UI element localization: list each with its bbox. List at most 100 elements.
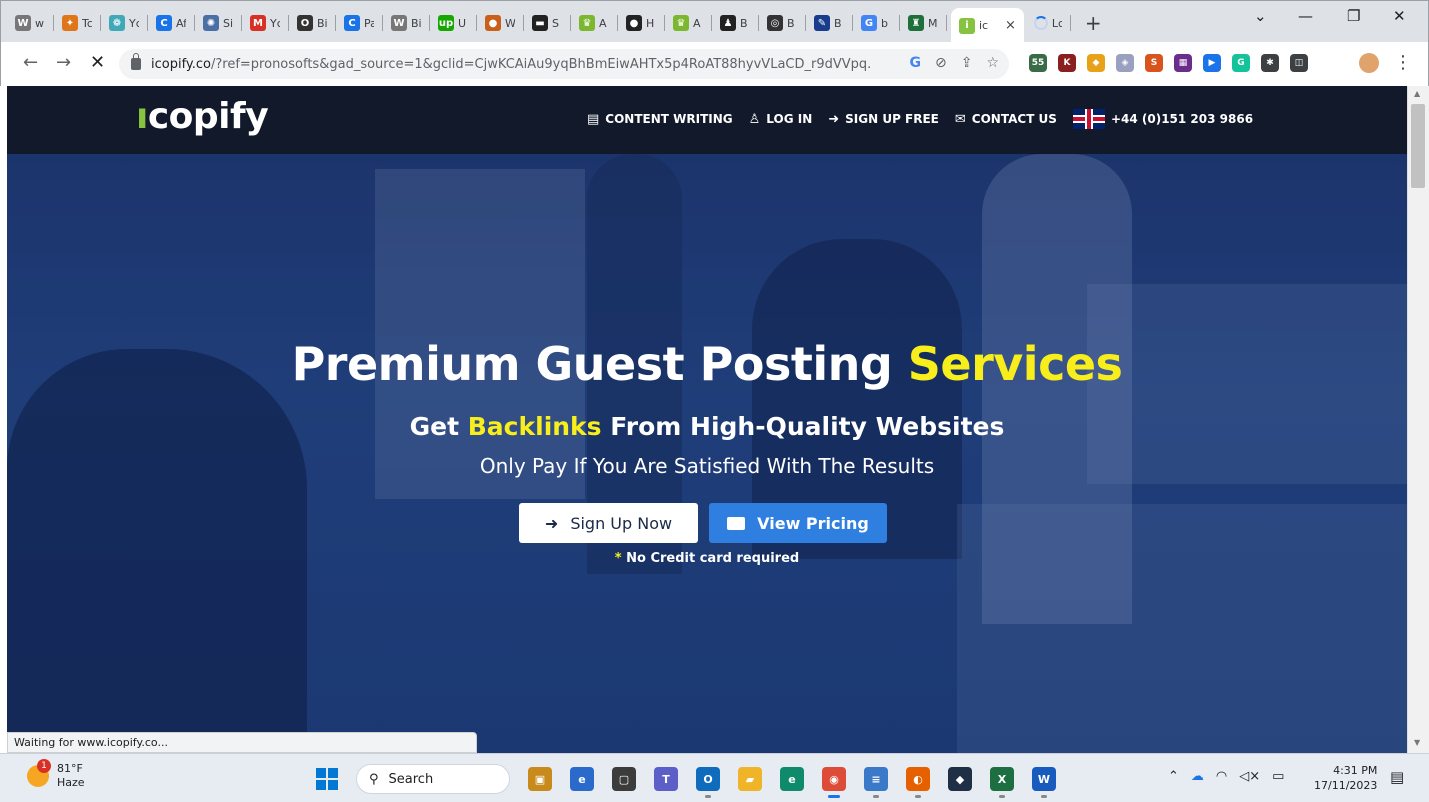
close-tab-icon[interactable]: × <box>1005 18 1016 33</box>
restore-button[interactable]: ❐ <box>1347 7 1360 25</box>
colorful-ext-icon[interactable]: ◆ <box>1087 54 1105 72</box>
browser-tab[interactable]: up U <box>434 8 472 38</box>
teams-icon[interactable]: T <box>654 767 678 791</box>
tab-separator <box>476 15 477 31</box>
new-tab-button[interactable]: + <box>1085 11 1102 35</box>
forward-arrow-icon[interactable]: → <box>56 52 71 73</box>
scroll-down-arrow-icon[interactable]: ▼ <box>1414 738 1420 747</box>
browser-tab[interactable]: C Pa <box>340 8 378 38</box>
google-translate-icon[interactable]: G <box>909 55 921 71</box>
windows-start-icon[interactable] <box>316 768 338 790</box>
note-asterisk: * <box>614 551 622 566</box>
lock-icon[interactable] <box>131 53 141 70</box>
taskbar-clock[interactable]: 4:31 PM 17/11/2023 <box>1314 763 1377 793</box>
word-icon[interactable]: W <box>1032 767 1056 798</box>
scroll-up-arrow-icon[interactable]: ▲ <box>1414 89 1420 98</box>
sidepanel-ext-icon[interactable]: ◫ <box>1290 54 1308 72</box>
tab-title: B <box>740 16 748 30</box>
browser-tab[interactable]: ✎ B <box>810 8 848 38</box>
browser-tab[interactable]: ● H <box>622 8 660 38</box>
chrome-c-icon: C <box>344 15 360 31</box>
clock-time: 4:31 PM <box>1333 764 1378 777</box>
firefox-icon[interactable]: ◐ <box>906 767 930 798</box>
eye-off-icon[interactable]: ⊘ <box>935 55 947 71</box>
battery-icon[interactable]: ▭ <box>1272 769 1284 784</box>
nav-contact-us[interactable]: ✉ CONTACT US <box>955 112 1057 127</box>
share-icon[interactable]: ⇪ <box>961 55 973 71</box>
blue-app-icon[interactable]: ≡ <box>864 767 888 798</box>
browser-tab[interactable]: ✦ Tc <box>58 8 96 38</box>
browser-tab[interactable]: ♟ B <box>716 8 754 38</box>
address-bar[interactable]: icopify.co/?ref=pronosofts&gad_source=1&… <box>119 49 1009 79</box>
notification-center-icon[interactable]: ▤ <box>1390 768 1404 786</box>
back-arrow-icon[interactable]: ← <box>23 52 38 73</box>
icopify-logo[interactable]: ıcopify <box>136 96 269 137</box>
chrome-menu-icon[interactable]: ⋮ <box>1394 52 1412 73</box>
browser-tab[interactable]: ♜ M <box>904 8 942 38</box>
view-pricing-button[interactable]: View Pricing <box>709 503 887 543</box>
browser-tab[interactable]: ▬ S <box>528 8 566 38</box>
taskbar-search[interactable]: ⚲ Search <box>356 764 510 794</box>
browser-tab[interactable]: M Yc <box>246 8 284 38</box>
browser-tab[interactable]: Wwi <box>11 8 49 38</box>
browser-toolbar: ← → ✕ icopify.co/?ref=pronosofts&gad_sou… <box>0 42 1429 86</box>
grid-ext-icon[interactable]: ▦ <box>1174 54 1192 72</box>
tab-title: Pa <box>364 16 374 30</box>
browser-tab[interactable]: ♛ A <box>575 8 613 38</box>
task-view-icon[interactable]: ▢ <box>612 767 636 791</box>
stop-loading-icon[interactable]: ✕ <box>90 52 105 73</box>
play-ext-icon[interactable]: ▶ <box>1203 54 1221 72</box>
puzzle-ext-icon[interactable]: ✱ <box>1261 54 1279 72</box>
sign-up-now-button[interactable]: ➜ Sign Up Now <box>519 503 698 543</box>
browser-tab[interactable]: ✺ Si <box>199 8 237 38</box>
grammarly-ext-icon[interactable]: G <box>1232 54 1250 72</box>
contact-icon: ✉ <box>954 111 966 127</box>
close-window-button[interactable]: ✕ <box>1393 7 1406 25</box>
browser-tab[interactable]: Gb <box>857 8 895 38</box>
onedrive-icon[interactable]: ☁ <box>1191 769 1204 784</box>
bookmark-star-icon[interactable]: ☆ <box>986 55 999 71</box>
tab-separator <box>570 15 571 31</box>
s-ext-icon[interactable]: S <box>1145 54 1163 72</box>
shield-ext-icon[interactable]: ◈ <box>1116 54 1134 72</box>
browser-tab[interactable]: C Af <box>152 8 190 38</box>
browser-tab[interactable]: O Bi <box>293 8 331 38</box>
loading-tab[interactable]: Lc <box>1030 8 1066 38</box>
briefcase-app-icon[interactable]: ▣ <box>528 767 552 791</box>
scrollbar-thumb[interactable] <box>1411 104 1425 188</box>
seo-ext-icon[interactable]: 55 <box>1029 54 1047 72</box>
nav-log-in[interactable]: ♙ LOG IN <box>749 112 813 127</box>
browser-tab[interactable]: ● W <box>481 8 519 38</box>
hero-tagline: Only Pay If You Are Satisfied With The R… <box>479 454 935 478</box>
wifi-icon[interactable]: ◠ <box>1216 769 1227 784</box>
browser-tab[interactable]: ❁ Yc <box>105 8 143 38</box>
active-tab[interactable]: i ic × <box>951 8 1024 43</box>
browser-tab[interactable]: W Bi <box>387 8 425 38</box>
excel-icon[interactable]: X <box>990 767 1014 798</box>
tab-title: wi <box>35 16 45 30</box>
nav-sign-up-free[interactable]: ➜ SIGN UP FREE <box>828 112 939 127</box>
browser-tab[interactable]: ♛ A <box>669 8 707 38</box>
page-scrollbar[interactable]: ▲ ▼ <box>1407 86 1429 753</box>
target-icon: ◎ <box>767 15 783 31</box>
chevron-up-icon[interactable]: ⌃ <box>1168 769 1179 784</box>
nav-content-writing[interactable]: ▤ CONTENT WRITING <box>587 112 733 127</box>
tab-search-chevron-icon[interactable]: ⌄ <box>1254 7 1267 25</box>
weather-widget[interactable]: 1 81°F Haze <box>27 759 85 790</box>
phone-contact[interactable]: +44 (0)151 203 9866 <box>1072 109 1253 129</box>
file-explorer-icon[interactable]: ▰ <box>738 767 762 791</box>
edge-icon[interactable]: e <box>780 767 804 791</box>
url-text[interactable]: icopify.co/?ref=pronosofts&gad_source=1&… <box>151 57 871 72</box>
edge-preview-icon[interactable]: e <box>570 767 594 791</box>
chrome-icon[interactable]: ◉ <box>822 767 846 798</box>
k-ext-icon[interactable]: K <box>1058 54 1076 72</box>
outlook-icon[interactable]: O <box>696 767 720 798</box>
browser-tab[interactable]: ◎ B <box>763 8 801 38</box>
dark-app-icon[interactable]: ◆ <box>948 767 972 791</box>
tab-title: Si <box>223 16 233 30</box>
minimize-button[interactable]: — <box>1298 7 1313 25</box>
profile-avatar[interactable] <box>1359 53 1379 73</box>
phone-number[interactable]: +44 (0)151 203 9866 <box>1111 112 1253 126</box>
speaker-muted-icon[interactable]: ◁× <box>1239 769 1260 784</box>
avatar-icon: ● <box>626 15 642 31</box>
